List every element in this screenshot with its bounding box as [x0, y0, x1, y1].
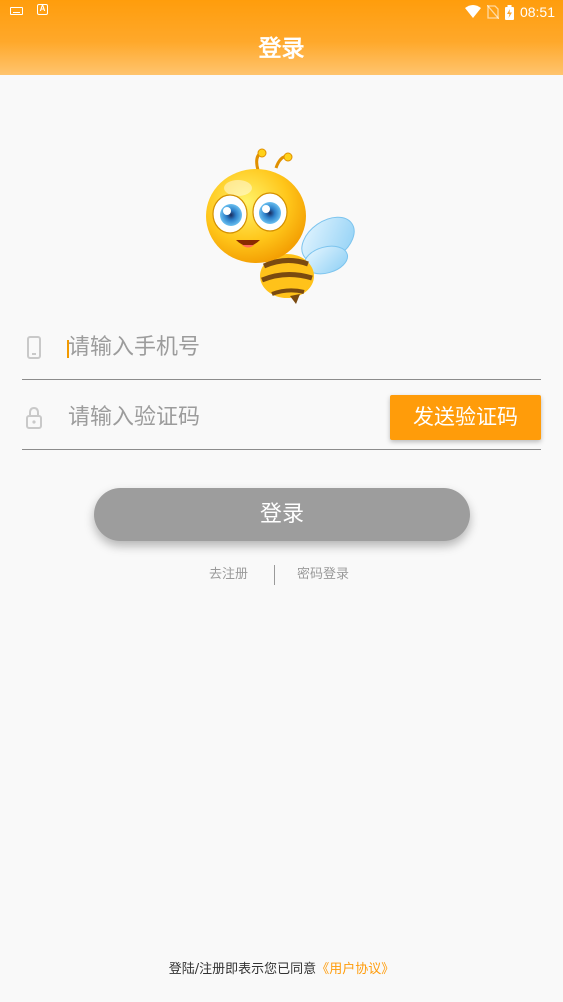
- phone-input[interactable]: [68, 330, 388, 364]
- text-cursor: [67, 340, 69, 358]
- secondary-links: 去注册 密码登录: [0, 565, 563, 585]
- bee-mascot-icon: [206, 148, 355, 304]
- verification-code-input[interactable]: [68, 400, 388, 434]
- agreement-text: 登陆/注册即表示您已同意: [168, 962, 317, 977]
- login-button[interactable]: 登录: [94, 488, 470, 541]
- register-link[interactable]: 去注册: [209, 567, 248, 583]
- keyboard-icon: [10, 6, 23, 15]
- phone-field: [22, 308, 541, 380]
- battery-charging-icon: [504, 4, 514, 20]
- page-title: 登录: [258, 36, 305, 62]
- links-divider: [274, 565, 275, 585]
- password-login-link[interactable]: 密码登录: [297, 567, 349, 583]
- lock-icon: [26, 406, 42, 429]
- phone-icon: [27, 336, 41, 359]
- user-agreement-link[interactable]: 《用户协议》: [316, 962, 394, 977]
- android-notification-icon: A: [37, 4, 48, 15]
- status-bar: A 08:51: [0, 0, 563, 24]
- no-sim-icon: [486, 5, 499, 19]
- agreement-notice: 登陆/注册即表示您已同意《用户协议》: [0, 961, 563, 979]
- wifi-icon: [464, 5, 481, 18]
- status-time: 08:51: [519, 4, 555, 20]
- send-code-button[interactable]: 发送验证码: [390, 395, 541, 440]
